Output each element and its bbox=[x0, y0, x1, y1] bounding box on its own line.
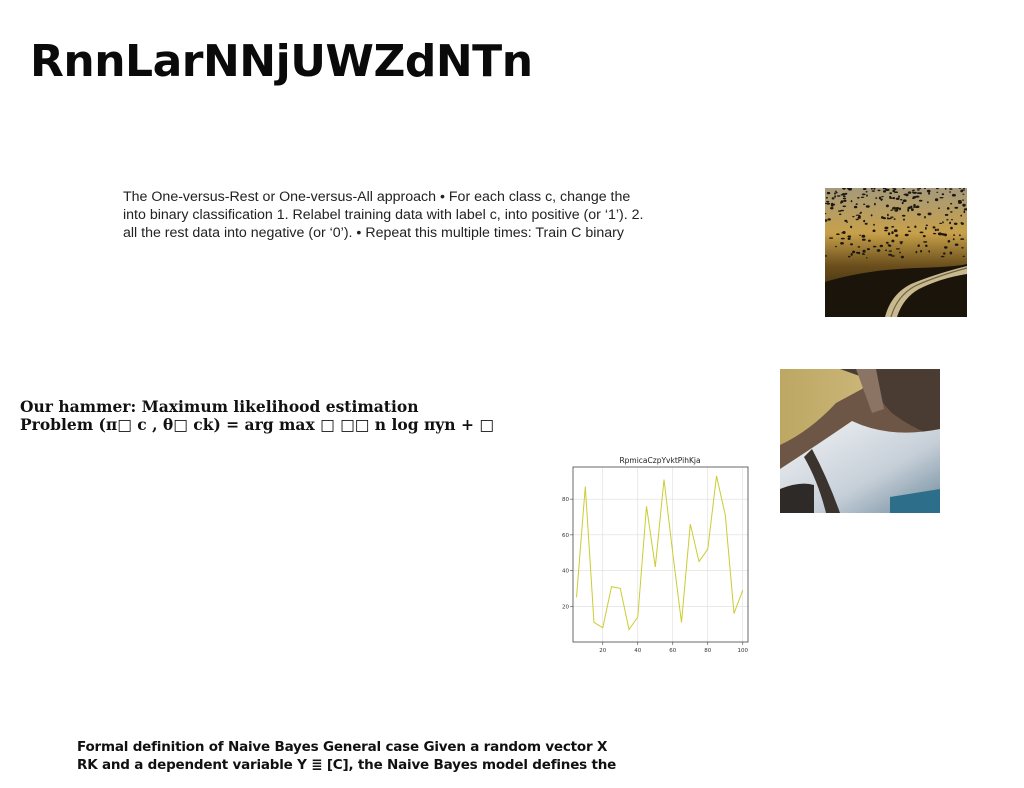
x-tick-label: 100 bbox=[738, 648, 749, 654]
text-line: RK and a dependent variable Y ≣ [C], the… bbox=[77, 757, 617, 773]
text-line: The One-versus-Rest or One-versus-All ap… bbox=[123, 189, 631, 205]
x-tick-label: 60 bbox=[669, 648, 676, 654]
text-line: into binary classification 1. Relabel tr… bbox=[123, 207, 644, 223]
line-chart: RpmicaCzpYvktPihKja 20 40 60 80 100 20 40 60 80 bbox=[562, 456, 749, 654]
y-tick-label: 40 bbox=[562, 569, 569, 575]
x-tick-label: 40 bbox=[634, 648, 641, 654]
mountain-photo bbox=[780, 369, 940, 513]
chart-title: RpmicaCzpYvktPihKja bbox=[619, 456, 700, 465]
landscape-photo bbox=[825, 188, 967, 317]
plot-area bbox=[572, 466, 749, 643]
x-tick-label: 80 bbox=[704, 648, 711, 654]
y-tick-label: 60 bbox=[562, 533, 569, 539]
y-tick-label: 20 bbox=[562, 604, 569, 610]
text-line: Problem (π□ c , θ□ ck) = arg max □ □□ n … bbox=[20, 415, 494, 434]
slide-title: RnnLarNNjUWZdNTn bbox=[30, 36, 533, 87]
y-tick-label: 80 bbox=[562, 497, 569, 503]
ovr-text-block: The One-versus-Rest or One-versus-All ap… bbox=[123, 188, 723, 242]
text-line: Our hammer: Maximum likelihood estimatio… bbox=[20, 397, 419, 416]
text-line: Formal definition of Naive Bayes General… bbox=[77, 739, 608, 755]
mle-text-block: Our hammer: Maximum likelihood estimatio… bbox=[20, 398, 494, 434]
text-line: all the rest data into negative (or ‘0’)… bbox=[123, 225, 624, 241]
naive-bayes-text-block: Formal definition of Naive Bayes General… bbox=[77, 738, 616, 774]
x-tick-label: 20 bbox=[599, 648, 606, 654]
